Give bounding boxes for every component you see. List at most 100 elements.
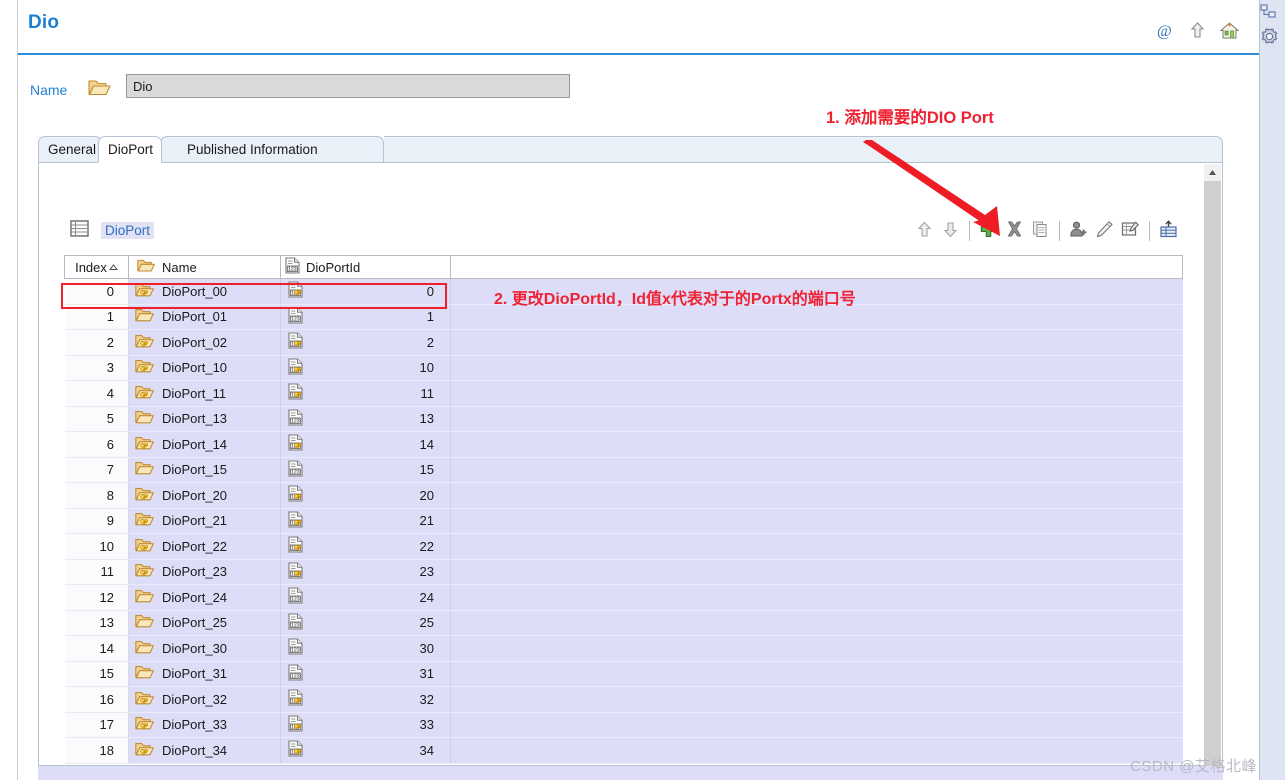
cell-name[interactable]: DioPort_00 [129, 279, 281, 305]
edit-table-button[interactable] [1121, 220, 1140, 242]
column-header-dioportid[interactable]: 123 DioPortId [281, 256, 451, 279]
cell-name-label: DioPort_32 [162, 692, 227, 707]
grid-title[interactable]: DioPort [101, 222, 154, 239]
cell-name[interactable]: DioPort_14 [129, 432, 281, 458]
cell-filler [451, 508, 1183, 534]
cell-dioportid[interactable]: 21 [337, 508, 451, 534]
cell-name[interactable]: DioPort_01 [129, 304, 281, 330]
cell-dioportid[interactable]: 31 [337, 661, 451, 687]
cell-dioportid[interactable]: 14 [337, 432, 451, 458]
table-row[interactable]: 7DioPort_1512315 [65, 457, 1183, 483]
cell-dioportid[interactable]: 32 [337, 687, 451, 713]
cell-dioportid[interactable]: 13 [337, 406, 451, 432]
cell-name[interactable]: DioPort_30 [129, 636, 281, 662]
folder-key-icon [135, 741, 155, 760]
cell-name-label: DioPort_30 [162, 641, 227, 656]
cell-name[interactable]: DioPort_33 [129, 712, 281, 738]
tab-dioport[interactable]: DioPort [98, 136, 162, 163]
cell-name[interactable]: DioPort_13 [129, 406, 281, 432]
cell-dioportid[interactable]: 20 [337, 483, 451, 509]
export-table-button[interactable] [1159, 220, 1178, 242]
table-row[interactable]: 15DioPort_3112331 [65, 661, 1183, 687]
column-header-name[interactable]: Name [129, 256, 281, 279]
table-row[interactable]: 9DioPort_2112321 [65, 508, 1183, 534]
cell-name[interactable]: DioPort_15 [129, 457, 281, 483]
column-header-index[interactable]: Index [65, 256, 129, 279]
cell-dioportid[interactable]: 25 [337, 610, 451, 636]
up-arrow-icon[interactable] [1187, 20, 1208, 41]
table-row[interactable]: 2DioPort_021232 [65, 330, 1183, 356]
panel-vertical-scrollbar[interactable] [1204, 164, 1221, 766]
tab-general[interactable]: General [38, 136, 102, 163]
table-row[interactable]: 18DioPort_3412334 [65, 738, 1183, 764]
cell-name[interactable]: DioPort_20 [129, 483, 281, 509]
toolbar-separator-3 [1149, 221, 1150, 241]
cell-dioportid[interactable]: 33 [337, 712, 451, 738]
cell-name[interactable]: DioPort_24 [129, 585, 281, 611]
table-row[interactable]: 4DioPort_1112311 [65, 381, 1183, 407]
cell-name[interactable]: DioPort_31 [129, 661, 281, 687]
cell-filler [451, 330, 1183, 356]
cell-index: 15 [65, 661, 129, 687]
cell-name[interactable]: DioPort_22 [129, 534, 281, 560]
cell-dioportid[interactable]: 34 [337, 738, 451, 764]
folder-key-icon [135, 282, 155, 301]
cell-filler [451, 534, 1183, 560]
cell-dioportid[interactable]: 0 [337, 279, 451, 305]
page-title: Dio [28, 12, 59, 34]
move-up-button[interactable] [915, 220, 934, 242]
cell-name[interactable]: DioPort_23 [129, 559, 281, 585]
cell-name[interactable]: DioPort_02 [129, 330, 281, 356]
numeric-doc-icon: 123 [288, 465, 303, 480]
table-row[interactable]: 17DioPort_3312333 [65, 712, 1183, 738]
folder-key-icon [135, 690, 155, 709]
cell-name[interactable]: DioPort_25 [129, 610, 281, 636]
table-row[interactable]: 8DioPort_2012320 [65, 483, 1183, 509]
cell-dioportid[interactable]: 23 [337, 559, 451, 585]
move-down-button[interactable] [941, 220, 960, 242]
table-row[interactable]: 5DioPort_1312313 [65, 406, 1183, 432]
numeric-doc-icon: 123 [288, 312, 303, 327]
copy-button[interactable] [1031, 220, 1050, 242]
cell-name[interactable]: DioPort_21 [129, 508, 281, 534]
table-row[interactable]: 10DioPort_2212322 [65, 534, 1183, 560]
outline-tree-icon[interactable] [1260, 4, 1285, 24]
add-button[interactable] [979, 220, 998, 242]
table-row[interactable]: 12DioPort_2412324 [65, 585, 1183, 611]
link-at-icon[interactable]: @ [1155, 20, 1176, 41]
edit-pencil-button[interactable] [1095, 220, 1114, 242]
cell-filler [451, 585, 1183, 611]
add-user-button[interactable] [1069, 220, 1088, 242]
cell-dioportid[interactable]: 30 [337, 636, 451, 662]
cell-name[interactable]: DioPort_11 [129, 381, 281, 407]
cell-dioportid[interactable]: 10 [337, 355, 451, 381]
cell-dioportid[interactable]: 1 [337, 304, 451, 330]
table-row[interactable]: 6DioPort_1412314 [65, 432, 1183, 458]
cell-name[interactable]: DioPort_34 [129, 738, 281, 764]
home-icon[interactable] [1219, 20, 1240, 41]
tab-published-information[interactable]: Published Information [160, 136, 384, 163]
cell-index: 14 [65, 636, 129, 662]
table-row[interactable]: 16DioPort_3212332 [65, 687, 1183, 713]
cell-dioportid[interactable]: 24 [337, 585, 451, 611]
numeric-doc-key-icon: 123 [288, 567, 303, 582]
name-input[interactable] [126, 74, 570, 98]
cell-name[interactable]: DioPort_10 [129, 355, 281, 381]
delete-button[interactable] [1005, 220, 1024, 242]
table-row[interactable]: 14DioPort_3012330 [65, 636, 1183, 662]
cell-filler [451, 381, 1183, 407]
cell-dioportid[interactable]: 11 [337, 381, 451, 407]
table-row[interactable]: 11DioPort_2312323 [65, 559, 1183, 585]
table-row[interactable]: 13DioPort_2512325 [65, 610, 1183, 636]
gear-icon[interactable] [1260, 27, 1285, 49]
cell-dioportid-icon: 123 [281, 738, 337, 764]
cell-dioportid[interactable]: 2 [337, 330, 451, 356]
table-row[interactable]: 3DioPort_1012310 [65, 355, 1183, 381]
cell-name[interactable]: DioPort_32 [129, 687, 281, 713]
title-divider [18, 53, 1285, 55]
cell-dioportid[interactable]: 15 [337, 457, 451, 483]
cell-dioportid[interactable]: 22 [337, 534, 451, 560]
folder-icon [135, 639, 155, 658]
scroll-up-icon[interactable] [1204, 164, 1221, 181]
cell-dioportid-icon: 123 [281, 712, 337, 738]
